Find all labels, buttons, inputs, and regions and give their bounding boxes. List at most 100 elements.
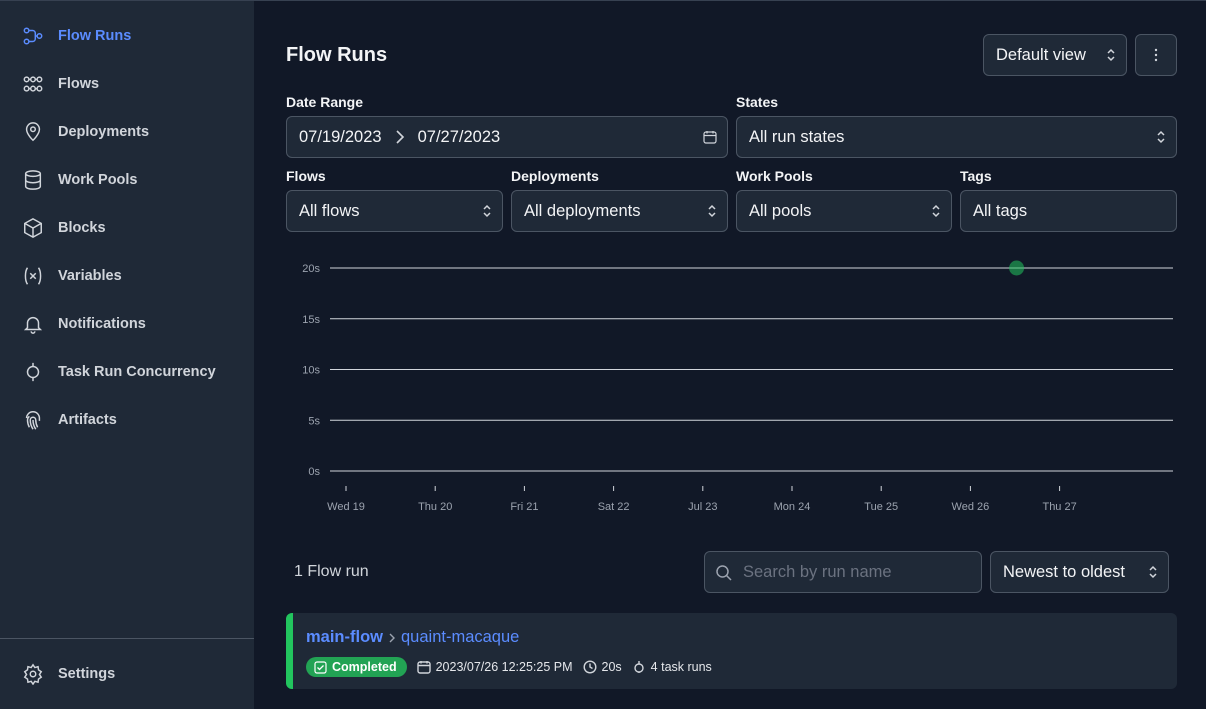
run-meta: Completed 2023/07/26 12:25:25 PM 20s 4 t…: [306, 657, 712, 677]
status-badge: Completed: [306, 657, 407, 677]
x-tick-label: Jul 23: [688, 501, 717, 513]
run-breadcrumb: main-flow quaint-macaque: [306, 628, 519, 647]
sidebar-item-label: Task Run Concurrency: [58, 364, 216, 380]
y-tick-label: 5s: [308, 415, 320, 427]
database-icon: [22, 169, 44, 191]
view-select[interactable]: Default view: [983, 34, 1127, 76]
deployments-select[interactable]: All deployments: [511, 190, 728, 232]
run-duration: 20s: [583, 660, 622, 674]
start-time-value: 2023/07/26 12:25:25 PM: [435, 660, 573, 674]
sidebar-item-notifications[interactable]: Notifications: [22, 312, 146, 336]
settings-label: Settings: [58, 666, 116, 682]
flows-select[interactable]: All flows: [286, 190, 503, 232]
page-title: Flow Runs: [286, 44, 388, 66]
variable-icon: [22, 265, 44, 287]
chevron-up-down-icon: [707, 204, 717, 218]
x-tick-label: Sat 22: [598, 501, 630, 513]
sidebar: Flow Runs Flows Deployments Work Pools B…: [0, 0, 254, 709]
flow-name-link[interactable]: main-flow: [306, 628, 383, 647]
sidebar-item-deployments[interactable]: Deployments: [22, 120, 149, 144]
chevron-up-down-icon: [1156, 130, 1166, 144]
sidebar-item-flow-runs[interactable]: Flow Runs: [22, 24, 131, 48]
x-tick-label: Wed 26: [952, 501, 990, 513]
states-value: All run states: [749, 127, 845, 146]
flow-run-count: 1 Flow run: [294, 563, 369, 580]
work-pools-label: Work Pools: [736, 168, 813, 184]
flow-runs-icon: [22, 25, 44, 47]
run-start-time: 2023/07/26 12:25:25 PM: [416, 660, 573, 674]
chevron-right-icon: [394, 130, 406, 144]
view-select-value: Default view: [996, 45, 1086, 64]
check-square-icon: [314, 660, 327, 674]
x-tick-label: Mon 24: [774, 501, 811, 513]
deployments-value: All deployments: [524, 201, 641, 220]
sidebar-item-label: Artifacts: [58, 412, 117, 428]
chevron-up-down-icon: [931, 204, 941, 218]
date-range-label: Date Range: [286, 94, 364, 110]
flows-icon: [22, 73, 44, 95]
sidebar-item-blocks[interactable]: Blocks: [22, 216, 106, 240]
sidebar-item-artifacts[interactable]: Artifacts: [22, 408, 117, 432]
flows-value: All flows: [299, 201, 360, 220]
sidebar-item-variables[interactable]: Variables: [22, 264, 122, 288]
sort-select[interactable]: Newest to oldest: [990, 551, 1169, 593]
task-run-icon: [633, 661, 644, 673]
chevron-up-down-icon: [482, 204, 492, 218]
cube-icon: [22, 217, 44, 239]
tags-input[interactable]: All tags: [960, 190, 1177, 232]
chevron-up-down-icon: [1106, 48, 1116, 62]
y-tick-label: 10s: [302, 365, 320, 377]
calendar-icon: [416, 661, 431, 674]
sort-value: Newest to oldest: [1003, 562, 1125, 581]
sidebar-item-settings[interactable]: Settings: [22, 662, 115, 686]
run-name-link[interactable]: quaint-macaque: [401, 628, 519, 647]
bell-icon: [22, 313, 44, 335]
work-pools-select[interactable]: All pools: [736, 190, 952, 232]
chevron-up-down-icon: [1148, 565, 1158, 579]
tags-label: Tags: [960, 168, 992, 184]
concurrency-icon: [22, 361, 44, 383]
duration-value: 20s: [601, 660, 622, 674]
y-tick-label: 0s: [308, 466, 320, 478]
search-icon: [715, 564, 733, 582]
flow-run-point: [1009, 260, 1025, 276]
sidebar-item-label: Flows: [58, 76, 100, 92]
x-tick-label: Fri 21: [510, 501, 538, 513]
x-tick-label: Tue 25: [864, 501, 898, 513]
flow-run-card[interactable]: main-flow quaint-macaque Completed 2023/…: [286, 613, 1177, 689]
x-tick-label: Thu 27: [1042, 501, 1076, 513]
sidebar-item-label: Deployments: [58, 124, 150, 140]
states-select[interactable]: All run states: [736, 116, 1177, 158]
sidebar-item-label: Work Pools: [58, 172, 138, 188]
clock-icon: [583, 660, 597, 674]
flow-runs-chart: 0s 5s 10s 15s 20s Wed 19 Thu 20 Fri 21 Sat 22 Jul…: [286, 251, 1186, 521]
vertical-dots-icon: [1154, 48, 1158, 62]
y-tick-label: 15s: [302, 314, 320, 326]
chevron-right-icon: [386, 631, 398, 645]
task-runs-value: 4 task runs: [650, 660, 712, 674]
states-label: States: [736, 94, 779, 110]
sidebar-item-task-run-concurrency[interactable]: Task Run Concurrency: [22, 360, 216, 384]
run-task-runs: 4 task runs: [632, 660, 712, 674]
flows-label: Flows: [286, 168, 326, 184]
more-options-button[interactable]: [1135, 34, 1177, 76]
calendar-icon: [703, 130, 717, 149]
sidebar-item-flows[interactable]: Flows: [22, 72, 99, 96]
search-box[interactable]: [704, 551, 982, 593]
y-tick-label: 20s: [302, 263, 320, 275]
deployments-label: Deployments: [511, 168, 599, 184]
date-range-start: 07/19/2023: [299, 127, 382, 146]
search-input[interactable]: [743, 562, 963, 582]
sidebar-item-label: Flow Runs: [58, 28, 132, 44]
sidebar-item-label: Blocks: [58, 220, 106, 236]
fingerprint-icon: [22, 409, 44, 431]
gear-icon: [22, 663, 44, 685]
date-range-input[interactable]: 07/19/2023 07/27/2023: [286, 116, 728, 158]
tags-value: All tags: [973, 201, 1028, 220]
chart-svg: 0s 5s 10s 15s 20s Wed 19 Thu 20 Fri 21 Sat 22 Jul…: [302, 260, 1173, 513]
state-stripe: [286, 613, 293, 689]
sidebar-item-label: Notifications: [58, 316, 146, 332]
x-tick-label: Thu 20: [418, 501, 452, 513]
sidebar-item-work-pools[interactable]: Work Pools: [22, 168, 138, 192]
main-content: Flow Runs Default view Date Range 07/19/…: [254, 0, 1206, 709]
